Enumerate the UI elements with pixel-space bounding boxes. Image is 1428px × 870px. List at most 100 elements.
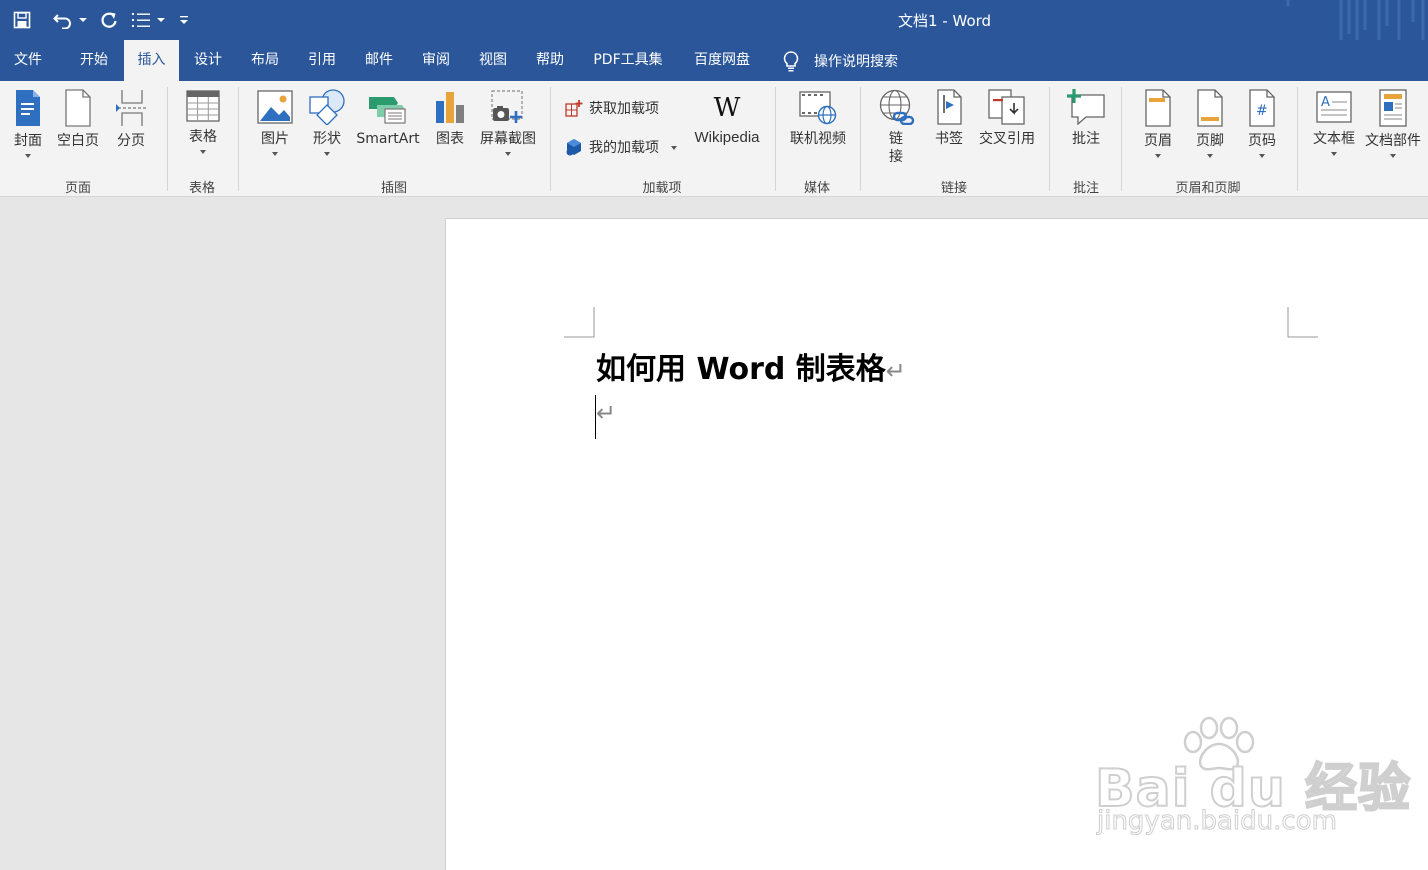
wikipedia-button[interactable]: W Wikipedia [688,91,766,147]
svg-text:#: # [1256,103,1268,119]
textbox-icon: A [1316,91,1352,123]
cover-page-icon [16,90,40,126]
link-label-1: 链 [889,131,903,147]
tab-baidu-netdisk[interactable]: 百度网盘 [682,40,762,81]
blank-page-button[interactable]: 空白页 [54,89,102,150]
bookmark-button[interactable]: 书签 [928,89,970,148]
new-comment-button[interactable]: 批注 [1062,89,1110,148]
empty-paragraph-mark[interactable]: ↵ [596,399,616,427]
header-dropdown-icon [1155,154,1161,158]
picture-button[interactable]: 图片 [252,89,298,156]
link-label-2: 接 [889,149,903,165]
group-separator [550,87,551,191]
group-label-comments: 批注 [1072,181,1099,196]
cover-page-dropdown-icon [25,154,31,158]
list-dropdown-icon[interactable] [156,8,166,32]
tab-design[interactable]: 设计 [180,40,236,81]
tell-me-label: 操作说明搜索 [814,53,898,70]
group-label-media: 媒体 [803,181,830,196]
tab-layout[interactable]: 布局 [237,40,293,81]
shapes-button[interactable]: 形状 [304,89,350,156]
footer-label: 页脚 [1196,133,1224,149]
customize-icon[interactable] [178,8,190,32]
get-addins-label: 获取加载项 [589,101,659,117]
redo-icon[interactable] [98,8,120,32]
quick-parts-button[interactable]: 文档部件 [1362,89,1424,158]
my-addins-dropdown-icon [671,146,677,150]
undo-dropdown-icon[interactable] [78,8,88,32]
crop-mark-top-left [564,307,595,338]
tab-view[interactable]: 视图 [465,40,521,81]
group-label-header-footer: 页眉和页脚 [1175,181,1241,196]
screenshot-button[interactable]: 屏幕截图 [476,89,540,156]
wikipedia-icon: W [713,93,741,123]
undo-icon[interactable] [52,8,74,32]
tab-insert[interactable]: 插入 [124,40,179,81]
new-comment-label: 批注 [1072,131,1100,147]
chart-button[interactable]: 图表 [430,89,470,148]
tab-references[interactable]: 引用 [294,40,350,81]
bookmark-label: 书签 [935,131,963,147]
chart-label: 图表 [436,131,464,147]
picture-dropdown-icon [272,152,278,156]
tab-mailings[interactable]: 邮件 [351,40,407,81]
title-bar: 文档1 - Word [0,0,1428,48]
page-break-icon [116,90,146,126]
blank-page-icon [65,89,91,127]
tab-help[interactable]: 帮助 [522,40,578,81]
crop-mark-top-right [1287,307,1318,338]
picture-icon [257,90,293,124]
group-separator [167,87,168,191]
picture-label: 图片 [261,131,289,147]
group-separator [1121,87,1122,191]
quick-parts-label: 文档部件 [1365,133,1421,149]
cover-page-button[interactable]: 封面 [6,89,50,158]
document-heading-text: 如何用 Word 制表格 [596,352,886,387]
tab-review[interactable]: 审阅 [408,40,464,81]
tab-home[interactable]: 开始 [66,40,122,81]
smartart-button[interactable]: SmartArt [354,89,422,148]
list-icon[interactable] [130,8,152,32]
my-addins-button[interactable]: 我的加载项 [565,137,677,157]
group-label-addins: 加载项 [642,181,682,196]
header-button[interactable]: 页眉 [1138,89,1178,158]
tab-file[interactable]: 文件 [0,40,56,81]
get-addins-button[interactable]: 获取加载项 [565,98,659,118]
quick-access-toolbar [10,8,190,32]
group-separator [1049,87,1050,191]
new-comment-icon [1067,89,1105,125]
group-label-pages: 页面 [64,181,91,196]
smartart-icon [369,97,406,124]
table-button[interactable]: 表格 [180,89,226,154]
page-break-button[interactable]: 分页 [110,89,152,150]
online-video-label: 联机视频 [790,131,846,147]
page-number-icon: # [1249,89,1275,127]
baidu-jingyan-watermark: Bai du 经验 jingyan.baidu.com [1094,716,1411,841]
cover-page-label: 封面 [14,133,42,149]
online-video-button[interactable]: 联机视频 [786,89,850,148]
lightbulb-icon [783,50,799,71]
document-heading[interactable]: 如何用 Word 制表格↵ [596,344,906,388]
group-separator [775,87,776,191]
tell-me-search[interactable]: 操作说明搜索 [782,40,898,81]
my-addins-icon [566,139,581,156]
window-title: 文档1 - Word [898,12,992,30]
watermark-url-text: jingyan.baidu.com [1097,806,1338,837]
save-icon[interactable] [10,8,34,32]
page-number-button[interactable]: # 页码 [1242,89,1282,158]
get-addins-icon [565,100,583,117]
bookmark-icon [937,89,962,125]
textbox-button[interactable]: A 文本框 [1308,89,1360,156]
header-icon [1145,89,1171,127]
link-button[interactable]: 链 接 [874,89,918,166]
tab-pdf-tools[interactable]: PDF工具集 [582,40,674,81]
group-label-illustrations: 插图 [380,181,407,196]
svg-text:A: A [1321,95,1330,110]
footer-button[interactable]: 页脚 [1190,89,1230,158]
textbox-dropdown-icon [1331,152,1337,156]
blank-page-label: 空白页 [57,133,99,149]
header-label: 页眉 [1144,133,1172,149]
cross-reference-button[interactable]: 交叉引用 [976,89,1038,148]
ribbon-insert: 封面 空白页 分页 页面 表格 表格 图片 形状 SmartArt 图表 屏幕截… [0,81,1428,197]
screenshot-label: 屏幕截图 [480,131,536,147]
